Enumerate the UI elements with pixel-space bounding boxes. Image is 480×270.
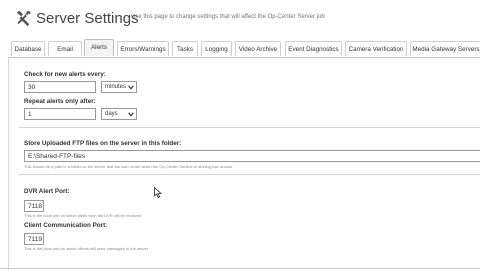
chevron-down-icon — [128, 85, 134, 90]
dvr-alert-port-label: DVR Alert Port: — [24, 188, 70, 195]
tab-tasks[interactable]: Tasks — [172, 41, 198, 56]
page-subtitle: Use this page to change settings that wi… — [131, 14, 325, 20]
client-port-hint: This is the local port on which clients … — [24, 246, 149, 251]
section-divider — [19, 127, 480, 128]
repeat-alerts-unit-select[interactable]: days — [101, 108, 137, 120]
tab-alerts[interactable]: Alerts — [84, 39, 114, 56]
ftp-folder-label: Store Uploaded FTP files on the server i… — [24, 140, 182, 147]
alerts-panel: Check for new alerts every: 30 minutes R… — [8, 58, 480, 270]
page-header: Server Settings Use this page to change … — [0, 0, 480, 38]
ftp-folder-input[interactable]: E:\Shared-FTP-files — [24, 150, 480, 162]
tab-email[interactable]: Email — [48, 41, 82, 56]
tab-errors-warnings[interactable]: Errors/Warnings — [117, 41, 169, 56]
dvr-alert-port-input[interactable]: 7118 — [24, 200, 44, 212]
tools-icon — [16, 10, 31, 27]
repeat-alerts-label: Repeat alerts only after: — [24, 98, 96, 105]
check-alerts-label: Check for new alerts every: — [24, 71, 106, 78]
chevron-down-icon — [128, 112, 134, 117]
client-port-label: Client Communication Port: — [24, 222, 108, 229]
tab-logging[interactable]: Logging — [201, 41, 232, 56]
footer-divider — [0, 268, 480, 269]
check-alerts-unit-select[interactable]: minutes — [101, 81, 137, 93]
tab-camera-verification[interactable]: Camera Verification — [345, 41, 407, 56]
tab-event-diagnostics[interactable]: Event Diagnostics — [285, 41, 342, 56]
repeat-alerts-input[interactable]: 1 — [24, 108, 96, 120]
page-title: Server Settings — [36, 10, 139, 27]
client-port-input[interactable]: 7119 — [24, 233, 44, 245]
section-divider — [19, 174, 480, 175]
check-alerts-input[interactable]: 30 — [24, 81, 96, 93]
tab-video-archive[interactable]: Video Archive — [235, 41, 281, 56]
mouse-cursor-icon — [154, 187, 162, 198]
dvr-alert-port-hint: This is the local port on which alerts f… — [24, 213, 142, 218]
settings-tabs: Database Email Alerts Errors/Warnings Ta… — [8, 39, 480, 58]
ftp-folder-hint: This should be a path to a folder on the… — [24, 164, 233, 169]
tab-database[interactable]: Database — [11, 41, 45, 56]
repeat-alerts-unit-value: days — [105, 111, 118, 117]
tab-media-gateway-servers[interactable]: Media Gateway Servers — [410, 41, 480, 56]
check-alerts-unit-value: minutes — [105, 84, 127, 90]
